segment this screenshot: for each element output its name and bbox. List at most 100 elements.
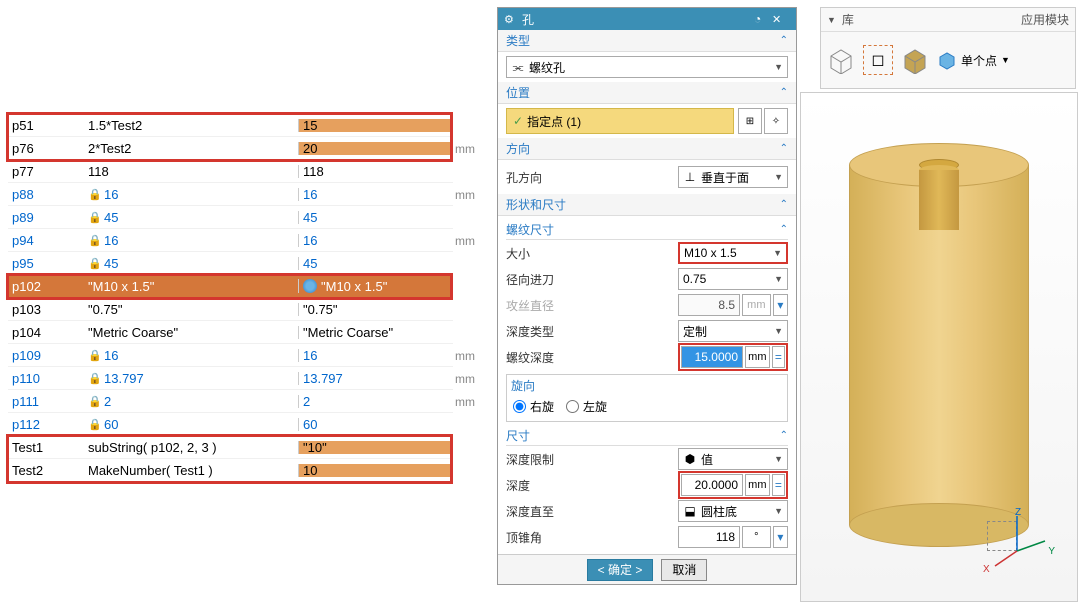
chevron-down-icon: ▼ [774,274,783,284]
formula-button[interactable]: = [772,346,785,368]
cylinder-bottom-icon: ⬓ [683,504,697,518]
thread-depth-label: 螺纹深度 [506,349,678,366]
lock-icon [88,256,100,270]
chevron-down-icon: ▼ [774,326,783,336]
hole-direction-dropdown[interactable]: ⊥ 垂直于面 ▼ [678,166,788,188]
thread-depth-input[interactable] [681,346,743,368]
chevron-up-icon: ⌃ [780,143,788,154]
expression-row[interactable]: p102"M10 x 1.5""M10 x 1.5" [8,275,453,298]
unit-label: ° [742,526,771,548]
formula-button[interactable]: = [772,474,785,496]
expression-row[interactable]: p881616 [8,183,453,206]
expression-row[interactable]: p77118118 [8,160,453,183]
expression-table[interactable]: p511.5*Test215p762*Test220p77118118p8816… [8,114,453,482]
rotation-left-radio[interactable]: 左旋 [566,398,607,415]
size-label: 大小 [506,245,678,262]
dimension-subheader[interactable]: 尺寸⌃ [506,426,788,446]
expression-row[interactable]: p11122 [8,390,453,413]
check-icon: ✓ [513,114,523,128]
cube-solid-icon[interactable] [901,46,929,74]
formula-button[interactable]: ▾ [773,526,788,548]
unit-label: mm [742,294,771,316]
dialog-titlebar[interactable]: 孔 [498,8,796,30]
depth-input[interactable] [681,474,743,496]
chevron-up-icon: ⌃ [780,35,788,46]
radial-dropdown[interactable]: 0.75▼ [678,268,788,290]
size-dropdown[interactable]: M10 x 1.5▼ [678,242,788,264]
single-point-label[interactable]: 单个点 [961,52,997,69]
threaded-hole-icon: ⫘ [511,60,525,74]
3d-viewport[interactable]: Z Y X [800,92,1078,602]
lock-icon [88,348,100,362]
rotation-label: 旋向 [511,377,783,394]
section-position-header[interactable]: 位置⌃ [498,82,796,104]
expression-row[interactable]: p511.5*Test215 [8,114,453,137]
close-icon[interactable] [772,12,786,26]
expression-row[interactable]: p762*Test220 [8,137,453,160]
gear-icon [504,12,518,26]
lock-icon [88,394,100,408]
chevron-down-icon: ▼ [774,62,783,72]
cube-wireframe-icon[interactable] [827,46,855,74]
depth-type-dropdown[interactable]: 定制▼ [678,320,788,342]
expression-row[interactable]: Test1subString( p102, 2, 3 )"10" [8,436,453,459]
radial-label: 径向进刀 [506,271,678,288]
lock-icon [88,233,100,247]
expression-row[interactable]: p941616 [8,229,453,252]
section-direction-header[interactable]: 方向⌃ [498,138,796,160]
ribbon-toolbar: ▼ 库 应用模块 ◻ 单个点 ▼ [820,7,1076,89]
point-picker-button[interactable]: ⊞ [738,108,762,134]
chevron-down-icon: ▼ [773,248,782,258]
depth-to-dropdown[interactable]: ⬓ 圆柱底▼ [678,500,788,522]
perpendicular-icon: ⊥ [683,170,697,184]
expression-row[interactable]: p954545 [8,252,453,275]
rotation-right-radio[interactable]: 右旋 [513,398,554,415]
help-icon[interactable] [754,12,768,26]
cancel-button[interactable]: 取消 [661,559,707,581]
specify-point-button[interactable]: ✓ 指定点 (1) [506,108,734,134]
chevron-down-icon: ▼ [774,454,783,464]
ok-button[interactable]: < 确定 > [587,559,654,581]
depth-to-label: 深度直至 [506,503,678,520]
hole-dialog: 孔 类型⌃ ⫘ 螺纹孔 ▼ 位置⌃ ✓ 指定点 (1) ⊞ ✧ 方向⌃ 孔方向 … [497,7,797,585]
expression-row[interactable]: p894545 [8,206,453,229]
expression-row[interactable]: p1091616 [8,344,453,367]
expression-row[interactable]: p11013.79713.797 [8,367,453,390]
hole-type-dropdown[interactable]: ⫘ 螺纹孔 ▼ [506,56,788,78]
depth-limit-label: 深度限制 [506,451,678,468]
expression-row[interactable]: p104"Metric Coarse""Metric Coarse" [8,321,453,344]
formula-button: ▾ [773,294,788,316]
depth-label: 深度 [506,477,678,494]
hole-direction-label: 孔方向 [506,169,678,186]
selection-box-icon[interactable]: ◻ [863,45,893,75]
chevron-down-icon: ▼ [774,172,783,182]
chevron-up-icon: ⌃ [780,87,788,98]
sketch-point-button[interactable]: ✧ [764,108,788,134]
section-type-header[interactable]: 类型⌃ [498,30,796,52]
app-module-tab[interactable]: 应用模块 [1021,11,1069,28]
lock-icon [88,210,100,224]
expression-row[interactable]: Test2MakeNumber( Test1 )10 [8,459,453,482]
library-tab[interactable]: 库 [842,11,854,28]
cylinder-model[interactable] [849,143,1029,547]
thread-size-subheader[interactable]: 螺纹尺寸⌃ [506,220,788,240]
section-shape-header[interactable]: 形状和尺寸⌃ [498,194,796,216]
chevron-up-icon: ⌃ [780,430,788,441]
depth-limit-dropdown[interactable]: ⬢ 值▼ [678,448,788,470]
value-icon: ⬢ [683,452,697,466]
lock-icon [88,187,100,201]
cone-angle-input[interactable] [678,526,740,548]
expression-row[interactable]: p1126060 [8,413,453,436]
depth-type-label: 深度类型 [506,323,678,340]
expression-type-icon [303,279,317,293]
single-point-icon[interactable] [937,50,957,70]
chevron-down-icon[interactable]: ▼ [1001,55,1010,65]
dropdown-arrow-icon[interactable]: ▼ [827,15,836,25]
tap-diameter-label: 攻丝直径 [506,297,678,314]
chevron-up-icon: ⌃ [780,199,788,210]
lock-icon [88,417,100,431]
tap-diameter-input [678,294,740,316]
expression-row[interactable]: p103"0.75""0.75" [8,298,453,321]
chevron-down-icon: ▼ [774,506,783,516]
dialog-title: 孔 [522,11,754,28]
